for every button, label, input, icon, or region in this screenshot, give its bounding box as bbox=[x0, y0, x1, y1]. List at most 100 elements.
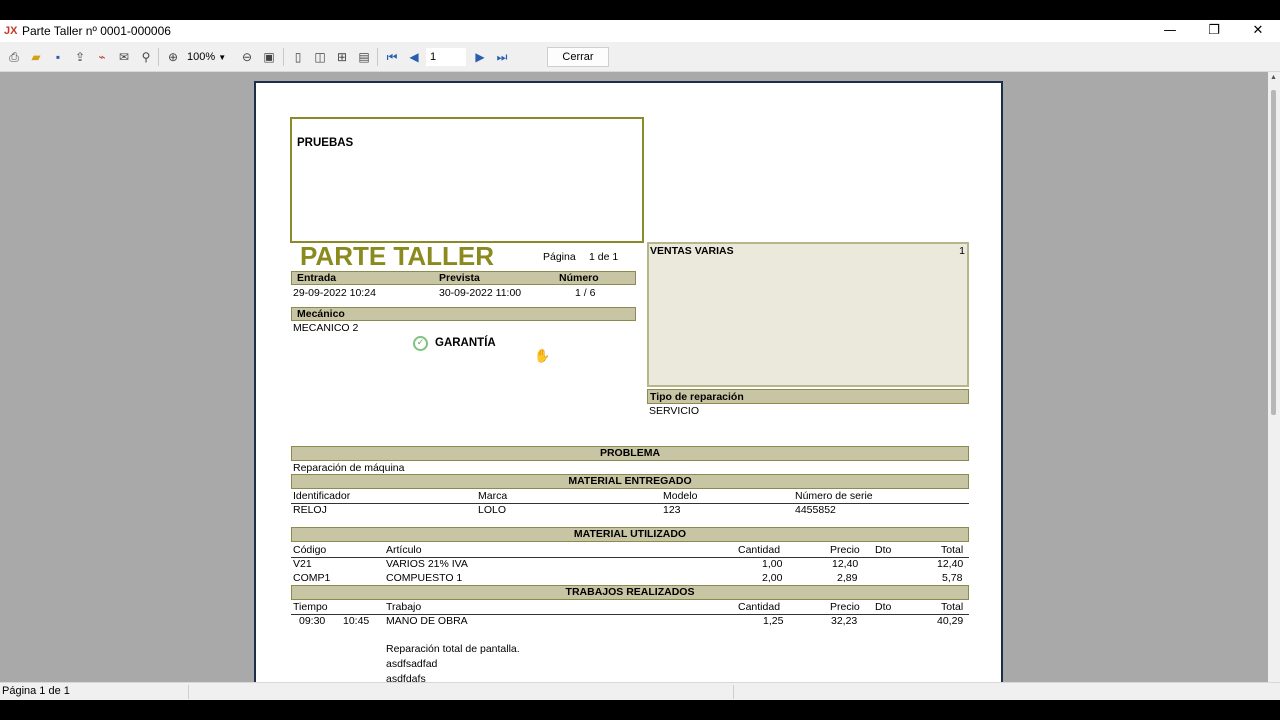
trabajos-col-total: Total bbox=[941, 601, 964, 613]
trabajo-cantidad: 1,25 bbox=[763, 615, 784, 627]
company-box: PRUEBAS bbox=[290, 117, 644, 243]
scrollbar-thumb[interactable] bbox=[1271, 90, 1276, 415]
export-icon[interactable]: ⇪ bbox=[72, 49, 88, 65]
trabajos-col-dto: Dto bbox=[875, 601, 892, 613]
zoom-out-icon[interactable]: ⊖ bbox=[239, 49, 255, 65]
numero-header: Número bbox=[559, 272, 599, 284]
print-icon[interactable]: ⎙ bbox=[6, 49, 22, 65]
entregado-header-label: MATERIAL ENTREGADO bbox=[568, 475, 692, 487]
client-name: VENTAS VARIAS bbox=[650, 245, 734, 257]
first-page-icon[interactable]: ⏮ bbox=[384, 49, 400, 65]
page-value: 1 de 1 bbox=[589, 251, 619, 263]
mecanico-header: Mecánico bbox=[291, 307, 636, 321]
entrada-value: 29-09-2022 10:24 bbox=[293, 287, 376, 299]
note-line: asdfdafs bbox=[386, 673, 426, 682]
entregado-col-marca: Marca bbox=[478, 490, 508, 502]
table-divider bbox=[291, 503, 969, 504]
trabajo-end-time: 10:45 bbox=[343, 615, 370, 627]
open-folder-icon[interactable]: ▰ bbox=[28, 49, 44, 65]
check-circle-icon: ✓ bbox=[413, 336, 428, 351]
status-separator bbox=[733, 685, 734, 699]
save-icon[interactable]: ▪ bbox=[50, 49, 66, 65]
trabajos-col-precio: Precio bbox=[830, 601, 860, 613]
entregado-col-modelo: Modelo bbox=[663, 490, 698, 502]
utilizado-articulo: VARIOS 21% IVA bbox=[386, 558, 468, 570]
tipo-header-label: Tipo de reparación bbox=[650, 391, 744, 403]
page-setup-icon[interactable]: ▤ bbox=[356, 49, 372, 65]
fit-page-icon[interactable]: ▣ bbox=[261, 49, 277, 65]
close-window-button[interactable]: ✕ bbox=[1236, 20, 1280, 42]
trabajo-start-time: 09:30 bbox=[299, 615, 326, 627]
zoom-select[interactable]: 100% ▼ bbox=[187, 48, 233, 66]
tipo-value: SERVICIO bbox=[649, 405, 699, 417]
previous-page-icon[interactable]: ◀ bbox=[406, 49, 422, 65]
utilizado-codigo: COMP1 bbox=[293, 572, 331, 584]
window-title: Parte Taller nº 0001-000006 bbox=[22, 24, 171, 38]
zoom-in-icon[interactable]: ⊕ bbox=[165, 49, 181, 65]
company-name: PRUEBAS bbox=[297, 137, 354, 149]
entregado-serie: 4455852 bbox=[795, 504, 836, 516]
utilizado-col-dto: Dto bbox=[875, 544, 892, 556]
prevista-value: 30-09-2022 11:00 bbox=[439, 287, 522, 299]
utilizado-precio: 2,89 bbox=[837, 572, 858, 584]
trabajos-header-label: TRABAJOS REALIZADOS bbox=[565, 586, 695, 598]
two-pages-icon[interactable]: ◫ bbox=[312, 49, 328, 65]
entregado-identificador: RELOJ bbox=[293, 504, 327, 516]
chevron-down-icon: ▼ bbox=[218, 53, 227, 62]
trabajos-col-tiempo: Tiempo bbox=[293, 601, 328, 613]
utilizado-col-articulo: Artículo bbox=[386, 544, 422, 556]
utilizado-articulo: COMPUESTO 1 bbox=[386, 572, 463, 584]
client-box: VENTAS VARIAS 1 bbox=[647, 242, 969, 387]
toolbar: ⎙ ▰ ▪ ⇪ ⌁ ✉ ⚲ ⊕ 100% ▼ ⊖ ▣ ▯ ◫ ⊞ ▤ ⏮ ◀ 1… bbox=[0, 42, 1280, 72]
document-title: PARTE TALLER bbox=[300, 241, 495, 271]
numero-value: 1 / 6 bbox=[575, 287, 596, 299]
utilizado-col-precio: Precio bbox=[830, 544, 860, 556]
last-page-icon[interactable]: ⏭ bbox=[494, 49, 510, 65]
garantia-label: GARANTÍA bbox=[435, 337, 496, 349]
status-page-text: Página 1 de 1 bbox=[2, 685, 70, 697]
problema-header-label: PROBLEMA bbox=[599, 447, 661, 459]
trabajo-total: 40,29 bbox=[937, 615, 964, 627]
title-bar: JX Parte Taller nº 0001-000006 — ❐ ✕ bbox=[0, 20, 1280, 42]
note-line: Reparación total de pantalla. bbox=[386, 643, 520, 655]
utilizado-header-label: MATERIAL UTILIZADO bbox=[573, 528, 687, 540]
utilizado-col-cantidad: Cantidad bbox=[738, 544, 781, 556]
maximize-button[interactable]: ❐ bbox=[1192, 20, 1236, 42]
trabajos-col-trabajo: Trabajo bbox=[386, 601, 422, 613]
book-view-icon[interactable]: ⊞ bbox=[334, 49, 350, 65]
toolbar-separator bbox=[283, 48, 284, 66]
dates-header: Entrada Prevista Número bbox=[291, 271, 636, 285]
utilizado-header: MATERIAL UTILIZADO bbox=[291, 527, 969, 542]
problema-header: PROBLEMA bbox=[291, 446, 969, 461]
page-number-input[interactable]: 1 bbox=[426, 48, 466, 66]
single-page-icon[interactable]: ▯ bbox=[290, 49, 306, 65]
entregado-marca: LOLO bbox=[478, 504, 507, 516]
pdf-icon[interactable]: ⌁ bbox=[94, 49, 110, 65]
utilizado-col-total: Total bbox=[941, 544, 964, 556]
app-logo-icon: JX bbox=[4, 25, 18, 37]
client-number: 1 bbox=[959, 245, 965, 257]
toolbar-separator bbox=[158, 48, 159, 66]
minimize-button[interactable]: — bbox=[1148, 20, 1192, 42]
entrada-header: Entrada bbox=[297, 272, 337, 284]
hand-cursor-icon: ✋ bbox=[534, 348, 551, 363]
close-report-button[interactable]: Cerrar bbox=[547, 47, 609, 67]
tipo-header: Tipo de reparación bbox=[647, 389, 969, 404]
email-icon[interactable]: ✉ bbox=[116, 49, 132, 65]
find-icon[interactable]: ⚲ bbox=[138, 49, 154, 65]
mecanico-value: MECANICO 2 bbox=[293, 322, 359, 334]
trabajo-precio: 32,23 bbox=[831, 615, 858, 627]
next-page-icon[interactable]: ▶ bbox=[472, 49, 488, 65]
vertical-scrollbar[interactable]: ▲ bbox=[1268, 72, 1280, 682]
trabajos-col-cantidad: Cantidad bbox=[738, 601, 781, 613]
scroll-up-icon[interactable]: ▲ bbox=[1270, 74, 1277, 81]
page-label: Página bbox=[543, 251, 576, 263]
status-bar: Página 1 de 1 bbox=[0, 682, 1280, 700]
trabajos-header: TRABAJOS REALIZADOS bbox=[291, 585, 969, 600]
note-line: asdfsadfad bbox=[386, 658, 438, 670]
report-viewer: PRUEBAS PARTE TALLER Página 1 de 1 Entra… bbox=[0, 72, 1268, 682]
utilizado-total: 12,40 bbox=[937, 558, 964, 570]
app-window: JX Parte Taller nº 0001-000006 — ❐ ✕ ⎙ ▰… bbox=[0, 0, 1280, 720]
mecanico-header-label: Mecánico bbox=[297, 308, 345, 320]
utilizado-cantidad: 1,00 bbox=[762, 558, 783, 570]
